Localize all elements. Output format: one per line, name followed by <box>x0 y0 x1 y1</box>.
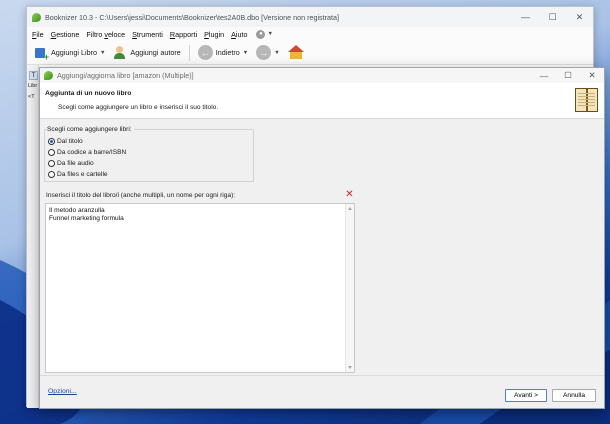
add-method-label: Scegli come aggiungere libri: <box>47 126 134 133</box>
add-book-dialog: Aggiungi/aggiorna libro [amazon (Multipl… <box>39 67 605 409</box>
title-line: Funnel marketing formula <box>49 215 124 222</box>
menu-extra-dropdown[interactable]: ● ▼ <box>256 29 273 39</box>
home-icon <box>287 45 304 60</box>
add-book-button[interactable]: Aggiungi Libro ▼ <box>32 44 107 62</box>
dialog-header: Aggiunta di un nuovo libro Scegli come a… <box>40 83 604 119</box>
menubar: File Gestione Filtro veloce Strumenti Ra… <box>27 27 593 41</box>
radio-by-files-folders[interactable]: Da files e cartelle <box>48 171 108 178</box>
next-button[interactable]: Avanti > <box>505 389 547 402</box>
add-author-button[interactable]: Aggiungi autore <box>111 44 182 62</box>
menu-gestione[interactable]: Gestione <box>51 30 80 39</box>
radio-button[interactable] <box>48 138 55 145</box>
main-side-panel: T Libr <T <box>27 65 39 408</box>
textarea-scrollbar[interactable] <box>345 204 354 372</box>
add-author-label: Aggiungi autore <box>130 48 181 57</box>
minimize-button[interactable]: — <box>512 7 539 27</box>
clear-icon[interactable]: ✕ <box>345 190 354 200</box>
side-label: <T <box>28 94 35 100</box>
chevron-down-icon: ▼ <box>267 31 273 37</box>
dialog-footer: Opzioni... Avanti > Annulla <box>40 375 604 408</box>
menu-file[interactable]: File <box>32 30 44 39</box>
close-button[interactable]: ✕ <box>566 7 593 27</box>
main-window-controls: — ☐ ✕ <box>512 7 593 27</box>
cancel-button[interactable]: Annulla <box>552 389 596 402</box>
menu-filtro-veloce[interactable]: Filtro veloce <box>86 30 125 39</box>
maximize-button[interactable]: ☐ <box>539 7 566 27</box>
open-book-icon <box>575 88 598 112</box>
add-book-label: Aggiungi Libro <box>51 48 97 57</box>
main-titlebar: Booknizer 10.3 - C:\Users\jessi\Document… <box>27 7 593 27</box>
titles-input-label: Inserisci il titolo del libro/i (anche m… <box>46 192 236 199</box>
menu-aiuto[interactable]: Aiuto <box>231 30 247 39</box>
add-book-icon <box>34 46 49 62</box>
side-tab[interactable]: T <box>29 71 38 80</box>
dialog-close-button[interactable]: ✕ <box>580 68 604 83</box>
dialog-window-controls: — ☐ ✕ <box>532 68 604 83</box>
toolbar-separator <box>188 44 190 61</box>
scroll-down-icon[interactable] <box>348 366 352 369</box>
add-method-group: Scegli come aggiungere libri: Dal titolo… <box>44 126 254 182</box>
back-button[interactable]: ← Indietro ▼ <box>196 44 250 62</box>
menu-plugin[interactable]: Plugin <box>204 30 224 39</box>
arrow-right-icon: → <box>256 45 272 60</box>
dialog-header-subtitle: Scegli come aggiungere un libro e inseri… <box>58 104 219 111</box>
menu-rapporti[interactable]: Rapporti <box>170 30 197 39</box>
options-link[interactable]: Opzioni... <box>48 388 77 395</box>
radio-button[interactable] <box>48 149 55 156</box>
arrow-left-icon: ← <box>197 45 213 60</box>
radio-button[interactable] <box>48 171 55 178</box>
chevron-down-icon[interactable]: ▼ <box>100 50 105 56</box>
radio-by-barcode[interactable]: Da codice a barre/ISBN <box>48 149 126 156</box>
dialog-minimize-button[interactable]: — <box>532 68 556 83</box>
main-window-title: Booknizer 10.3 - C:\Users\jessi\Document… <box>45 12 340 22</box>
menu-strumenti[interactable]: Strumenti <box>132 30 163 39</box>
forward-button[interactable]: → ▼ <box>254 44 281 62</box>
side-label: Libr <box>28 83 38 89</box>
titles-textarea[interactable]: Il metodo aranzulla Funnel marketing for… <box>45 203 355 373</box>
add-author-icon <box>113 45 127 60</box>
radio-button[interactable] <box>48 160 55 167</box>
back-label: Indietro <box>215 48 240 57</box>
booknizer-app-icon <box>44 71 53 80</box>
title-line: Il metodo aranzulla <box>49 207 105 214</box>
dialog-body: Scegli come aggiungere libri: Dal titolo… <box>40 119 604 375</box>
toolbar: Aggiungi Libro ▼ Aggiungi autore ← Indie… <box>27 41 593 65</box>
dialog-header-title: Aggiunta di un nuovo libro <box>45 90 132 97</box>
chevron-down-icon[interactable]: ▼ <box>243 50 248 56</box>
radio-by-title[interactable]: Dal titolo <box>48 138 83 145</box>
booknizer-app-icon <box>32 12 41 22</box>
dialog-title: Aggiungi/aggiorna libro [amazon (Multipl… <box>57 71 194 80</box>
dialog-titlebar: Aggiungi/aggiorna libro [amazon (Multipl… <box>40 68 604 83</box>
scroll-up-icon[interactable] <box>348 207 352 210</box>
radio-by-audio-file[interactable]: Da file audio <box>48 160 94 167</box>
chevron-down-icon[interactable]: ▼ <box>274 50 279 56</box>
home-button[interactable] <box>286 44 306 62</box>
dialog-maximize-button[interactable]: ☐ <box>556 68 580 83</box>
record-icon: ● <box>256 29 266 39</box>
